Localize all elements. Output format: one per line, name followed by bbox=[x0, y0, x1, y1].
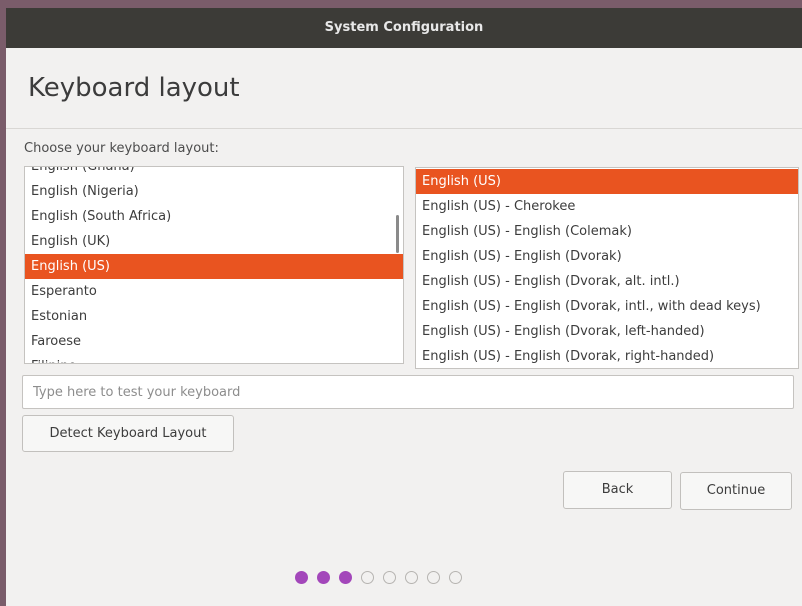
layout-list-scrollbar[interactable] bbox=[396, 215, 399, 253]
layout-list-item[interactable]: English (Ghana) bbox=[25, 167, 403, 179]
layout-list-item[interactable]: Filipino bbox=[25, 354, 403, 363]
progress-dot-pending bbox=[383, 571, 396, 584]
layout-list-item[interactable]: English (UK) bbox=[25, 229, 403, 254]
layout-list-item[interactable]: Faroese bbox=[25, 329, 403, 354]
variant-list-item[interactable]: English (US) bbox=[416, 169, 798, 194]
progress-dot-complete bbox=[339, 571, 352, 584]
layout-list-item[interactable]: Esperanto bbox=[25, 279, 403, 304]
layout-list-items: English (Ghana) English (Nigeria) English … bbox=[25, 167, 403, 363]
variant-list-items: English (US) English (US) - Cherokee Engli… bbox=[416, 169, 798, 368]
step-progress-indicator bbox=[295, 571, 462, 587]
installer-window: System Configuration Keyboard layout Cho… bbox=[6, 8, 802, 606]
progress-dot-pending bbox=[361, 571, 374, 584]
variant-list-item[interactable]: English (US) - English (Colemak) bbox=[416, 219, 798, 244]
progress-dot-pending bbox=[427, 571, 440, 584]
continue-button[interactable]: Continue bbox=[680, 472, 792, 510]
back-button[interactable]: Back bbox=[563, 471, 672, 509]
detect-keyboard-layout-button[interactable]: Detect Keyboard Layout bbox=[22, 415, 234, 452]
progress-dot-complete bbox=[317, 571, 330, 584]
variant-list-item[interactable]: English (US) - Cherokee bbox=[416, 194, 798, 219]
window-title: System Configuration bbox=[6, 8, 802, 48]
page-title: Keyboard layout bbox=[28, 73, 240, 103]
progress-dot-pending bbox=[449, 571, 462, 584]
choose-layout-label: Choose your keyboard layout: bbox=[24, 141, 219, 156]
variant-list-item[interactable]: English (US) - English (Dvorak, right-ha… bbox=[416, 344, 798, 368]
progress-dot-complete bbox=[295, 571, 308, 584]
layout-list[interactable]: English (Ghana) English (Nigeria) English … bbox=[24, 166, 404, 364]
progress-dot-pending bbox=[405, 571, 418, 584]
variant-list-item[interactable]: English (US) - English (Dvorak, alt. int… bbox=[416, 269, 798, 294]
variant-list[interactable]: English (US) English (US) - Cherokee Engli… bbox=[415, 167, 799, 369]
layout-list-item[interactable]: English (South Africa) bbox=[25, 204, 403, 229]
layout-list-item[interactable]: English (US) bbox=[25, 254, 403, 279]
keyboard-test-input[interactable] bbox=[22, 375, 794, 409]
variant-list-item[interactable]: English (US) - English (Dvorak, left-han… bbox=[416, 319, 798, 344]
layout-list-item[interactable]: English (Nigeria) bbox=[25, 179, 403, 204]
page-header: Keyboard layout bbox=[6, 48, 802, 129]
variant-list-item[interactable]: English (US) - English (Dvorak, intl., w… bbox=[416, 294, 798, 319]
variant-list-item[interactable]: English (US) - English (Dvorak) bbox=[416, 244, 798, 269]
layout-list-item[interactable]: Estonian bbox=[25, 304, 403, 329]
